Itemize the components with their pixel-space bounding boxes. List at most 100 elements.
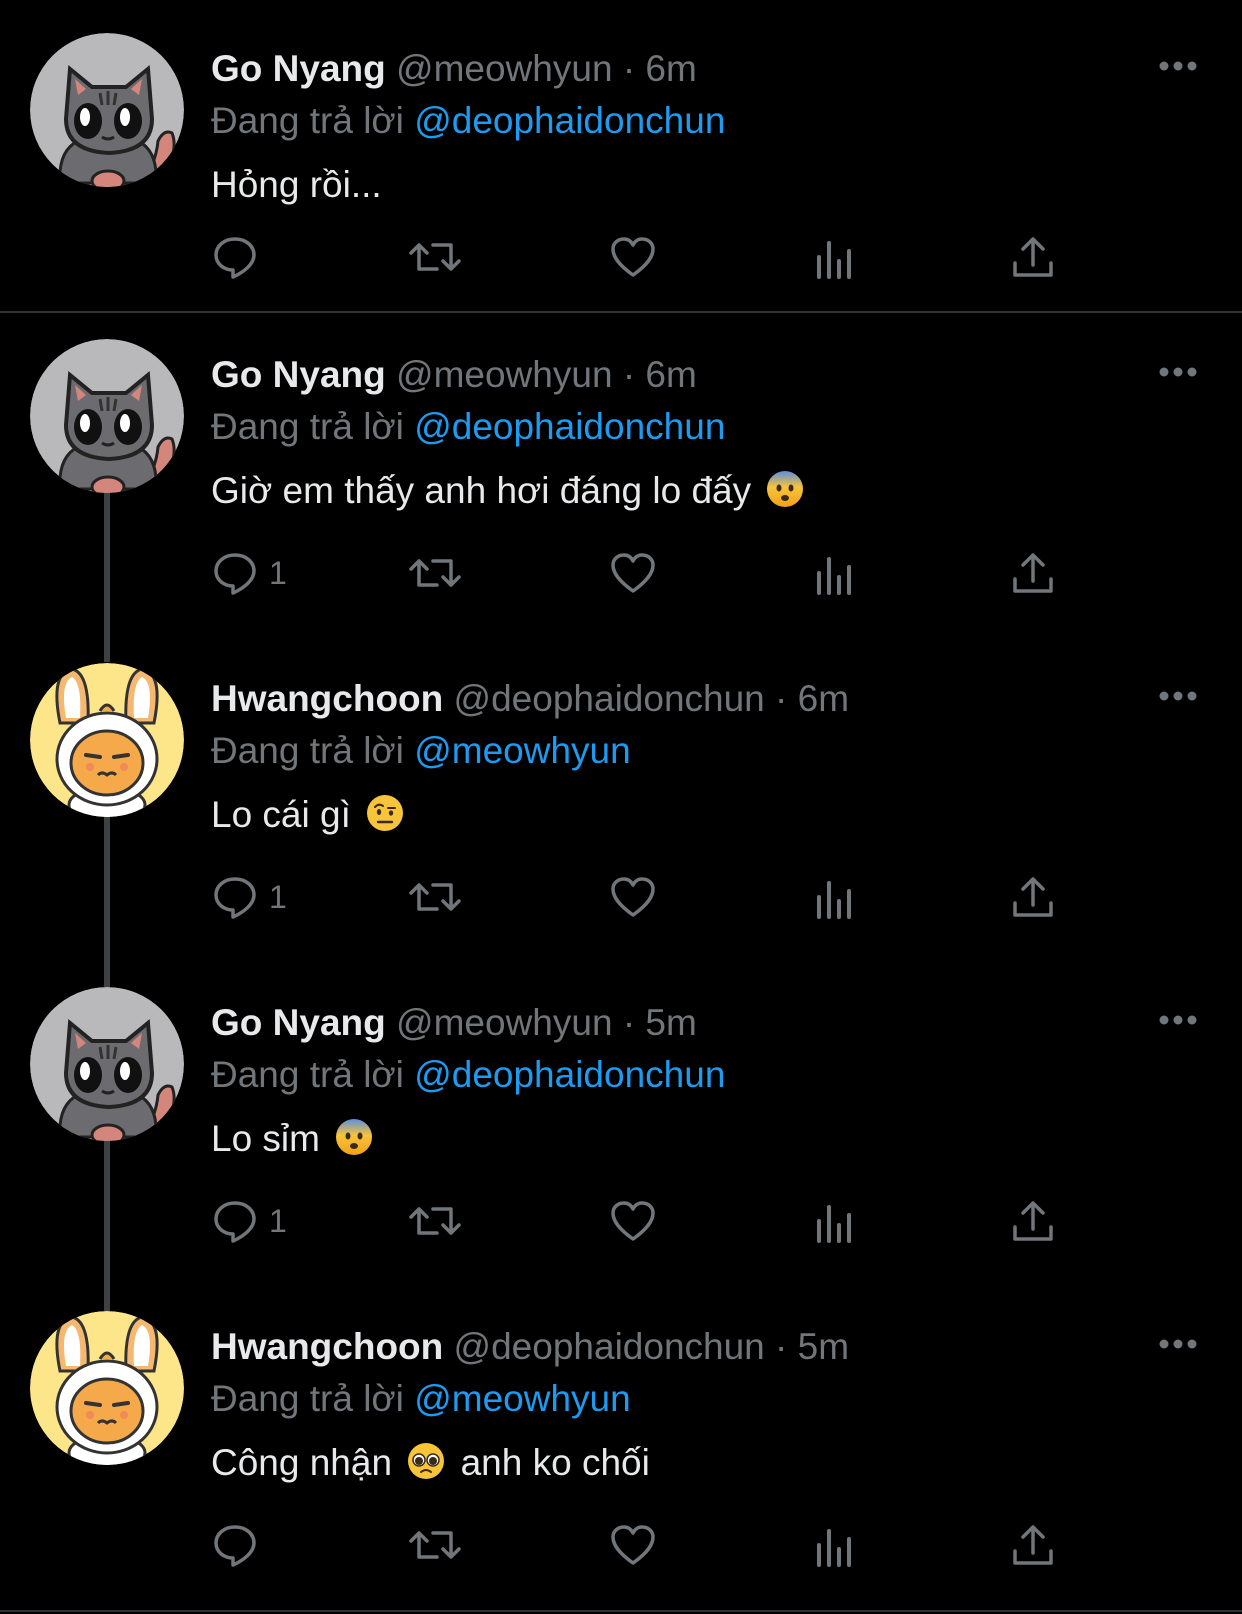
action-bar: 1 bbox=[211, 1197, 1091, 1245]
share-button[interactable] bbox=[1009, 1521, 1057, 1569]
retweet-button[interactable] bbox=[407, 1521, 463, 1569]
avatar[interactable] bbox=[30, 987, 184, 1141]
timestamp[interactable]: 5m bbox=[645, 1002, 696, 1043]
heart-icon bbox=[611, 877, 655, 917]
reply-icon bbox=[214, 553, 256, 595]
more-options-icon[interactable] bbox=[1158, 1337, 1198, 1351]
more-options-icon[interactable] bbox=[1158, 59, 1198, 73]
replying-to-label: Đang trả lời bbox=[211, 730, 404, 771]
anxious-face-emoji-icon bbox=[336, 1119, 373, 1155]
share-icon bbox=[1013, 237, 1053, 277]
timestamp[interactable]: 6m bbox=[798, 678, 849, 719]
reply-button[interactable] bbox=[211, 1521, 269, 1569]
retweet-button[interactable] bbox=[407, 549, 463, 597]
tweet-text-content: Hỏng rồi... bbox=[211, 164, 382, 205]
timestamp[interactable]: 6m bbox=[645, 354, 696, 395]
reply-button[interactable]: 1 bbox=[211, 1197, 287, 1245]
divider bbox=[0, 1610, 1242, 1612]
mention-link[interactable]: @deophaidonchun bbox=[414, 100, 725, 141]
analytics-icon bbox=[817, 1529, 851, 1567]
user-handle[interactable]: @meowhyun bbox=[396, 48, 613, 89]
replying-to-label: Đang trả lời bbox=[211, 1054, 404, 1095]
display-name[interactable]: Go Nyang bbox=[211, 1002, 386, 1043]
reply-count: 1 bbox=[269, 554, 287, 591]
retweet-button[interactable] bbox=[407, 1197, 463, 1245]
share-button[interactable] bbox=[1009, 1197, 1057, 1245]
timestamp[interactable]: 5m bbox=[798, 1326, 849, 1367]
analytics-icon bbox=[817, 557, 851, 595]
mention-link[interactable]: @deophaidonchun bbox=[414, 406, 725, 447]
action-bar: 1 bbox=[211, 549, 1091, 597]
like-button[interactable] bbox=[609, 549, 657, 597]
views-button[interactable] bbox=[811, 1521, 859, 1569]
reply-icon bbox=[214, 1525, 256, 1567]
like-button[interactable] bbox=[609, 233, 657, 281]
replying-to: Đang trả lời @deophaidonchun bbox=[211, 1053, 725, 1097]
share-icon bbox=[1013, 877, 1053, 917]
display-name[interactable]: Hwangchoon bbox=[211, 678, 443, 719]
more-options-icon[interactable] bbox=[1158, 689, 1198, 703]
more-options-icon[interactable] bbox=[1158, 365, 1198, 379]
avatar[interactable] bbox=[30, 663, 184, 817]
tweet-text: Lo cái gì bbox=[211, 793, 409, 837]
like-button[interactable] bbox=[609, 1197, 657, 1245]
reply-icon bbox=[214, 877, 256, 919]
reply-icon bbox=[214, 1201, 256, 1243]
mention-link[interactable]: @deophaidonchun bbox=[414, 1054, 725, 1095]
replying-to: Đang trả lời @deophaidonchun bbox=[211, 405, 725, 449]
heart-icon bbox=[611, 237, 655, 277]
separator: · bbox=[622, 354, 636, 395]
reply-button[interactable]: 1 bbox=[211, 549, 287, 597]
retweet-icon bbox=[409, 1207, 461, 1235]
tweet-text: Lo sỉm bbox=[211, 1117, 378, 1161]
display-name[interactable]: Go Nyang bbox=[211, 354, 386, 395]
tweet-header: Go Nyang @meowhyun · 5m bbox=[211, 1001, 697, 1045]
share-icon bbox=[1013, 1525, 1053, 1565]
heart-icon bbox=[611, 1525, 655, 1565]
gray-cat-avatar-icon bbox=[30, 987, 184, 1141]
reply-button[interactable]: 1 bbox=[211, 873, 287, 921]
separator: · bbox=[622, 48, 636, 89]
retweet-button[interactable] bbox=[407, 233, 463, 281]
display-name[interactable]: Go Nyang bbox=[211, 48, 386, 89]
analytics-icon bbox=[817, 1205, 851, 1243]
like-button[interactable] bbox=[609, 873, 657, 921]
retweet-button[interactable] bbox=[407, 873, 463, 921]
user-handle[interactable]: @meowhyun bbox=[396, 354, 613, 395]
views-button[interactable] bbox=[811, 873, 859, 921]
analytics-icon bbox=[817, 241, 851, 279]
tweet-header: Go Nyang @meowhyun · 6m bbox=[211, 47, 697, 91]
divider bbox=[0, 311, 1242, 313]
user-handle[interactable]: @deophaidonchun bbox=[454, 678, 765, 719]
action-bar bbox=[211, 233, 1091, 281]
share-button[interactable] bbox=[1009, 873, 1057, 921]
avatar[interactable] bbox=[30, 1311, 184, 1465]
share-button[interactable] bbox=[1009, 549, 1057, 597]
retweet-icon bbox=[409, 243, 461, 271]
avatar[interactable] bbox=[30, 33, 184, 187]
share-button[interactable] bbox=[1009, 233, 1057, 281]
avatar[interactable] bbox=[30, 339, 184, 493]
reply-button[interactable] bbox=[211, 233, 269, 281]
user-handle[interactable]: @deophaidonchun bbox=[454, 1326, 765, 1367]
like-button[interactable] bbox=[609, 1521, 657, 1569]
retweet-icon bbox=[409, 883, 461, 911]
user-handle[interactable]: @meowhyun bbox=[396, 1002, 613, 1043]
views-button[interactable] bbox=[811, 1197, 859, 1245]
anxious-face-emoji-icon bbox=[767, 471, 804, 507]
analytics-icon bbox=[817, 881, 851, 919]
replying-to: Đang trả lời @deophaidonchun bbox=[211, 99, 725, 143]
thread-line bbox=[104, 490, 110, 662]
replying-to: Đang trả lời @meowhyun bbox=[211, 1377, 631, 1421]
replying-to-label: Đang trả lời bbox=[211, 1378, 404, 1419]
action-bar: 1 bbox=[211, 873, 1091, 921]
mention-link[interactable]: @meowhyun bbox=[414, 730, 631, 771]
display-name[interactable]: Hwangchoon bbox=[211, 1326, 443, 1367]
views-button[interactable] bbox=[811, 233, 859, 281]
tweet-text: Công nhận anh ko chối bbox=[211, 1441, 650, 1485]
pleading-face-emoji-icon bbox=[408, 1443, 445, 1479]
more-options-icon[interactable] bbox=[1158, 1013, 1198, 1027]
views-button[interactable] bbox=[811, 549, 859, 597]
timestamp[interactable]: 6m bbox=[645, 48, 696, 89]
mention-link[interactable]: @meowhyun bbox=[414, 1378, 631, 1419]
